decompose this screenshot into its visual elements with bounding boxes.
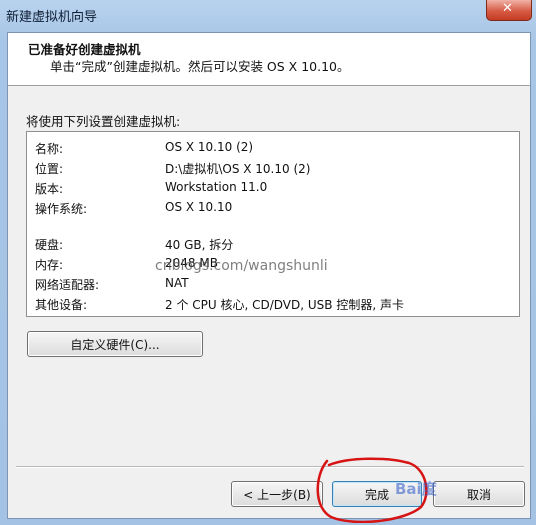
cancel-button-label: 取消 — [466, 488, 491, 502]
customize-hardware-button[interactable]: 自定义硬件(C)... — [27, 331, 203, 357]
setting-row-version: 版本: Workstation 11.0 — [35, 180, 515, 198]
setting-value: 40 GB, 拆分 — [165, 238, 234, 252]
setting-label: 网络适配器: — [35, 278, 100, 292]
title-bar[interactable]: 新建虚拟机向导 ✕ — [0, 0, 536, 32]
customize-hardware-label: 自定义硬件(C)... — [70, 338, 160, 352]
setting-value: OS X 10.10 — [165, 200, 233, 214]
setting-value: 2 个 CPU 核心, CD/DVD, USB 控制器, 声卡 — [165, 298, 404, 312]
setting-value: OS X 10.10 (2) — [165, 140, 254, 154]
setting-row-disk: 硬盘: 40 GB, 拆分 — [35, 236, 515, 254]
setting-row-network: 网络适配器: NAT — [35, 276, 515, 294]
window-title: 新建虚拟机向导 — [6, 10, 98, 25]
setting-value: NAT — [165, 276, 189, 290]
setting-row-other: 其他设备: 2 个 CPU 核心, CD/DVD, USB 控制器, 声卡 — [35, 296, 515, 314]
wizard-content: 已准备好创建虚拟机 单击“完成”创建虚拟机。然后可以安装 OS X 10.10。… — [7, 32, 531, 519]
setting-label: 操作系统: — [35, 202, 88, 216]
back-button-label: < 上一步(B) — [243, 488, 311, 502]
settings-intro: 将使用下列设置创建虚拟机: — [26, 114, 181, 129]
setting-row-name: 名称: OS X 10.10 (2) — [35, 140, 515, 158]
setting-value: Workstation 11.0 — [165, 180, 268, 194]
back-button[interactable]: < 上一步(B) — [231, 481, 323, 507]
setting-label: 其他设备: — [35, 298, 88, 312]
setting-label: 硬盘: — [35, 238, 64, 252]
watermark: cnblogs.com/wangshunli — [155, 258, 328, 274]
settings-summary[interactable]: 名称: OS X 10.10 (2) 位置: D:\虚拟机\OS X 10.10… — [26, 131, 520, 317]
close-icon: ✕ — [502, 1, 513, 16]
setting-row-os: 操作系统: OS X 10.10 — [35, 200, 515, 218]
wizard-window: 新建虚拟机向导 ✕ 已准备好创建虚拟机 单击“完成”创建虚拟机。然后可以安装 O… — [0, 0, 536, 525]
setting-row-location: 位置: D:\虚拟机\OS X 10.10 (2) — [35, 160, 515, 178]
setting-value: D:\虚拟机\OS X 10.10 (2) — [165, 162, 311, 176]
setting-label: 内存: — [35, 258, 64, 272]
setting-label: 版本: — [35, 182, 64, 196]
close-button[interactable]: ✕ — [486, 0, 532, 21]
page-subtitle: 单击“完成”创建虚拟机。然后可以安装 OS X 10.10。 — [50, 59, 350, 74]
setting-label: 位置: — [35, 162, 64, 176]
footer-divider — [16, 466, 524, 468]
setting-label: 名称: — [35, 142, 64, 156]
cancel-button[interactable]: 取消 — [433, 481, 525, 507]
wizard-header: 已准备好创建虚拟机 单击“完成”创建虚拟机。然后可以安装 OS X 10.10。 — [8, 33, 530, 86]
baidu-watermark: Bai度 — [395, 480, 437, 498]
